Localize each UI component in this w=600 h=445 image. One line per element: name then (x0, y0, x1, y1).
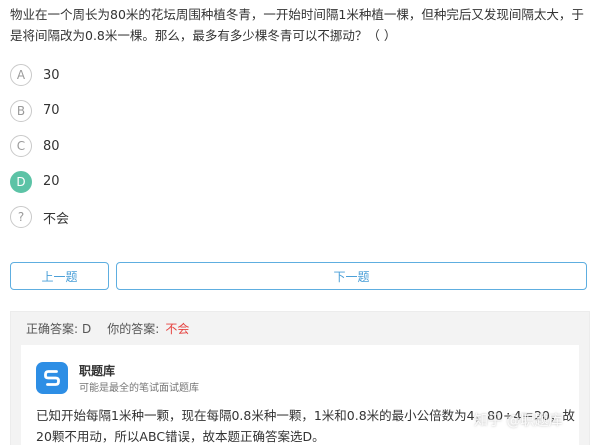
correct-answer-value: D (82, 321, 92, 336)
next-question-button[interactable]: 下一题 (116, 262, 587, 290)
question-text: 物业在一个周长为80米的花坛周围种植冬青，一开始时间隔1米种植一棵，但种完后又发… (10, 7, 584, 43)
option-unknown[interactable]: ? 不会 (10, 205, 69, 229)
options-list: A 30 B 70 C 80 D 20 ? 不会 (10, 63, 69, 241)
option-d-label: 20 (43, 174, 60, 189)
option-b[interactable]: B 70 (10, 99, 69, 123)
correct-answer-label: 正确答案: (26, 322, 79, 336)
answer-bar: 正确答案: D 你的答案: 不会 (11, 312, 589, 345)
your-answer-value: 不会 (165, 322, 190, 336)
your-answer-label: 你的答案: (107, 322, 160, 336)
option-unknown-label: 不会 (43, 211, 70, 227)
explanation-card: 职题库 可能是最全的笔试面试题库 已知开始每隔1米种一颗，现在每隔0.8米种一颗… (21, 345, 579, 445)
question-mark-icon: ? (10, 206, 32, 228)
brand-name: 职题库 (79, 364, 116, 378)
brand: 职题库 可能是最全的笔试面试题库 (36, 362, 199, 397)
option-b-label: 70 (43, 103, 60, 118)
option-c[interactable]: C 80 (10, 134, 69, 158)
option-c-label: 80 (43, 138, 60, 154)
option-d[interactable]: D 20 (10, 170, 69, 194)
brand-logo-icon (36, 362, 68, 394)
brand-tagline: 可能是最全的笔试面试题库 (79, 383, 199, 394)
option-c-letter: C (10, 135, 32, 157)
option-b-letter: B (10, 99, 32, 122)
option-d-letter: D (10, 170, 32, 193)
brand-text: 职题库 可能是最全的笔试面试题库 (79, 362, 199, 397)
prev-question-button[interactable]: 上一题 (10, 262, 109, 290)
option-a[interactable]: A 30 (10, 63, 69, 87)
watermark: 知乎 @职题库 (474, 413, 563, 429)
option-a-letter: A (10, 64, 32, 86)
option-a-label: 30 (43, 67, 60, 83)
